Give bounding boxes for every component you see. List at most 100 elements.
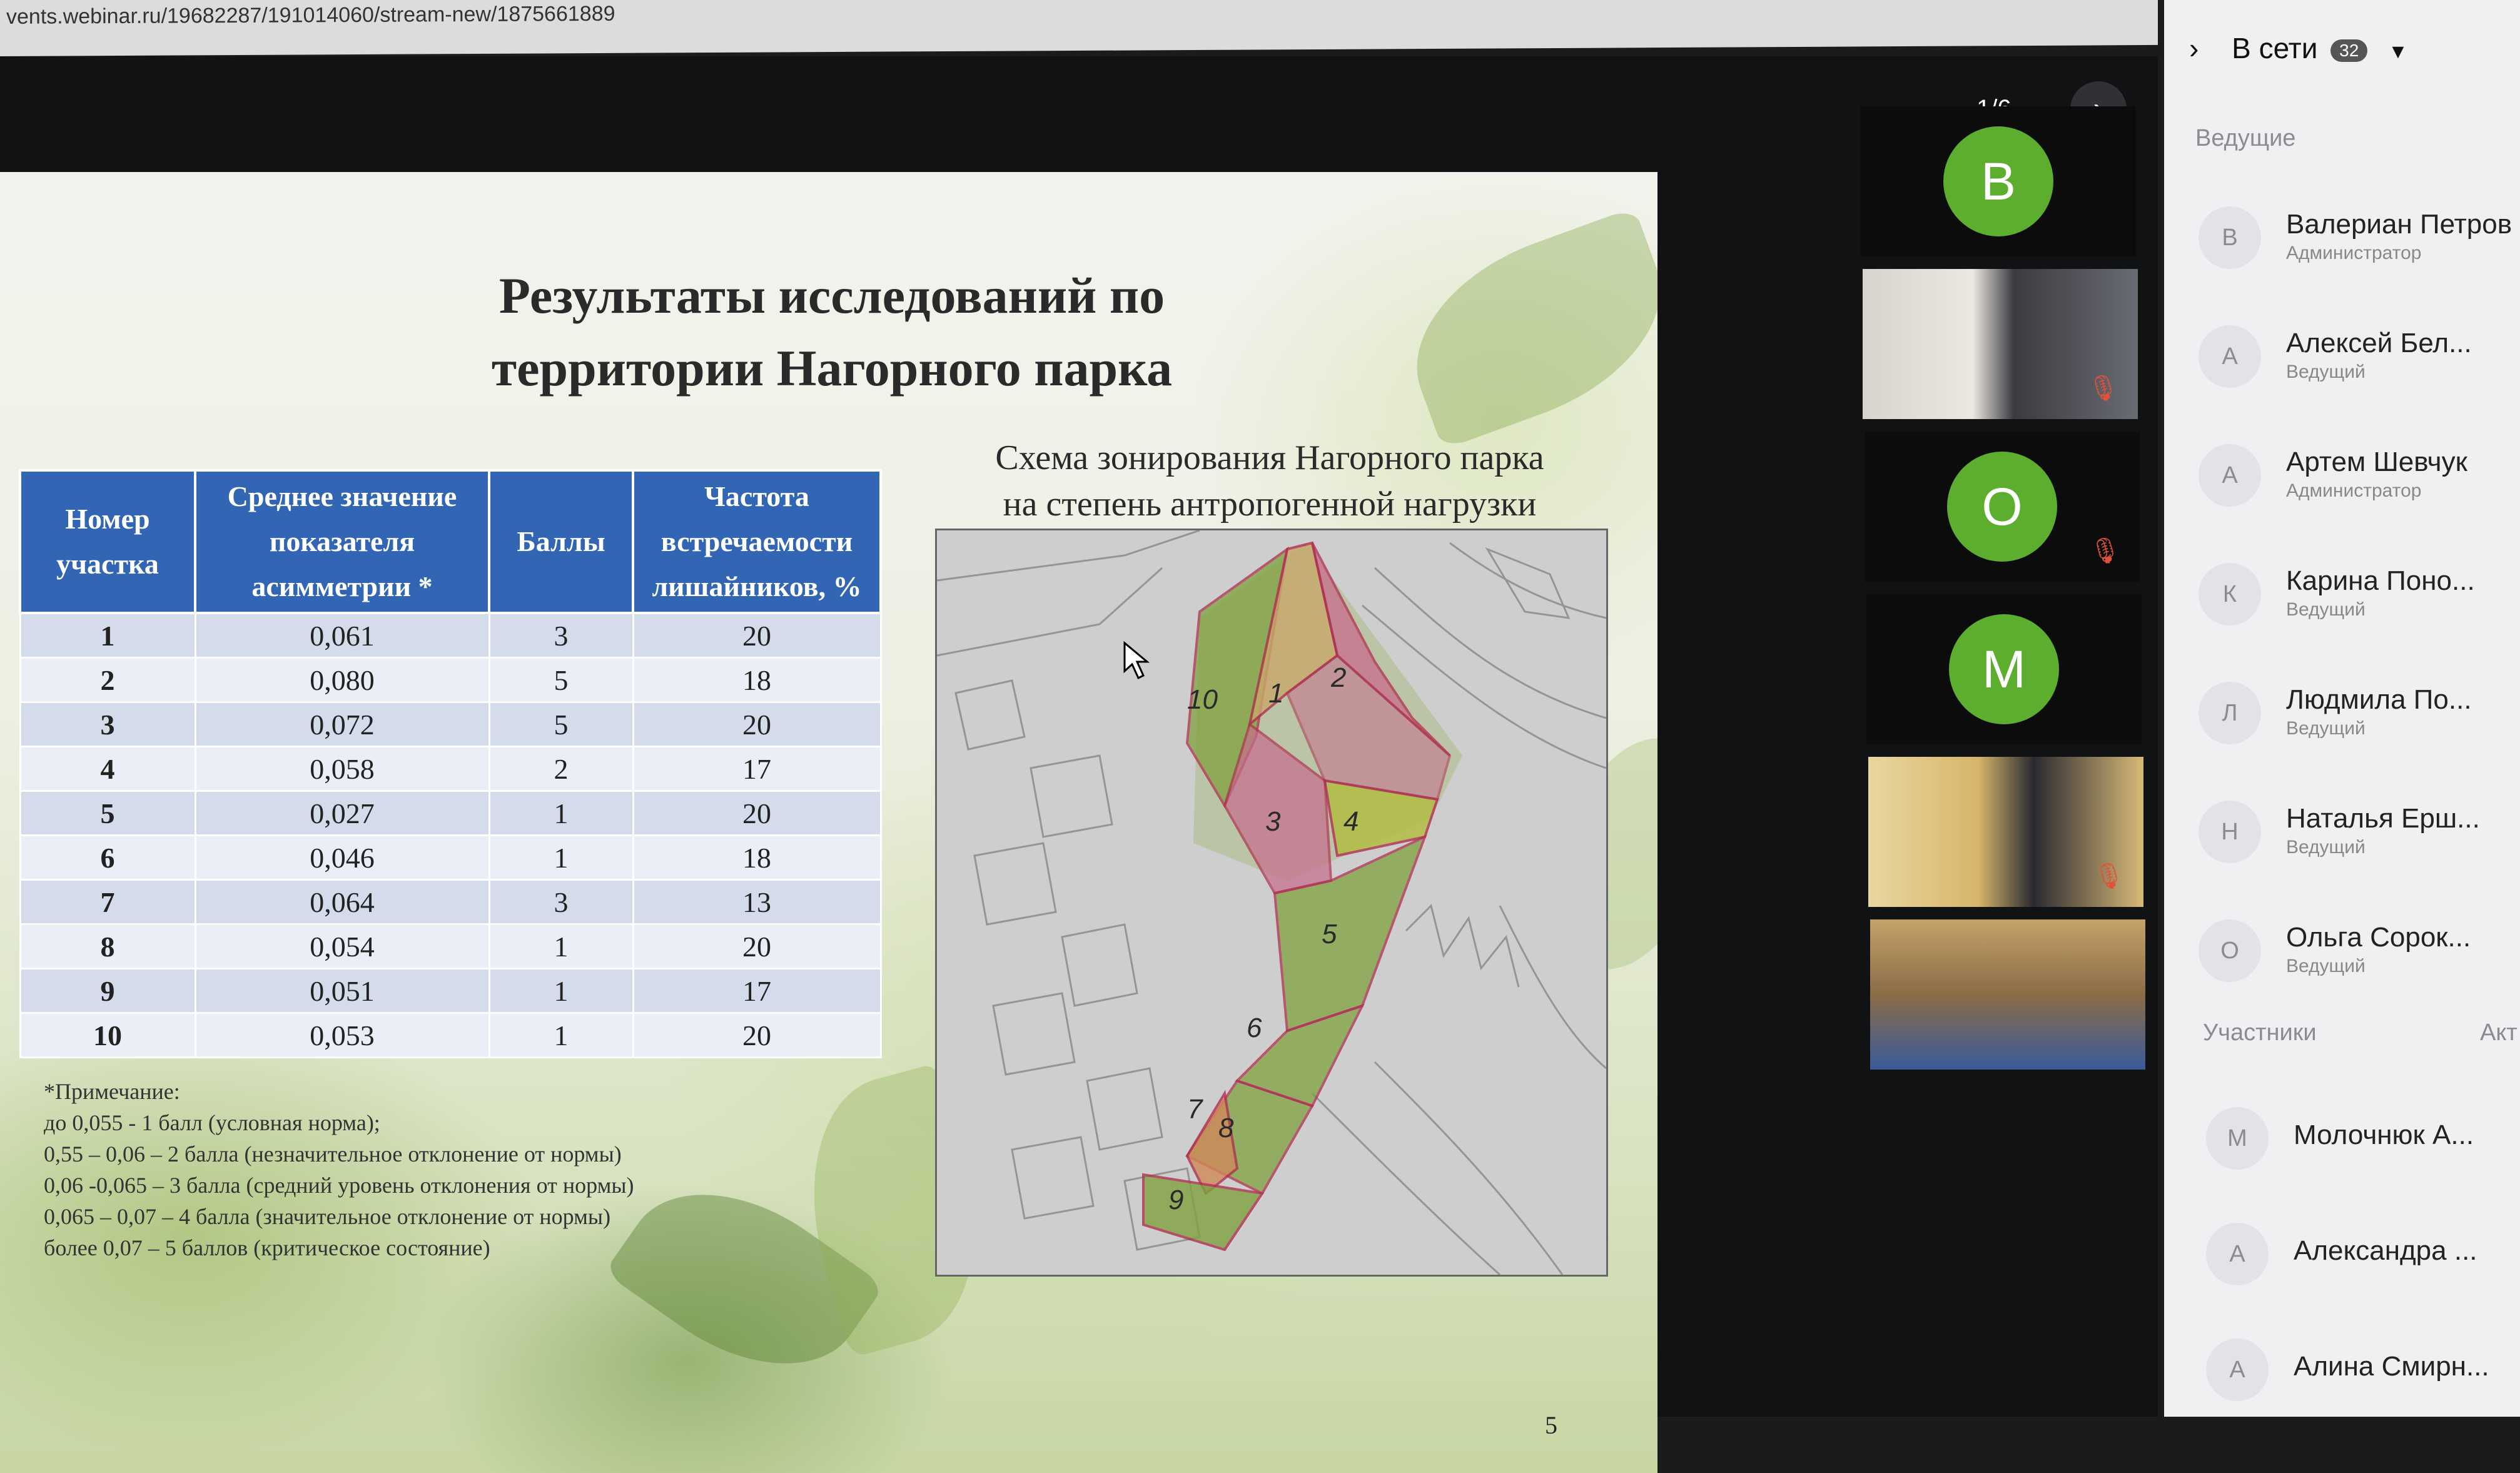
table-cell: 1 <box>488 1012 634 1058</box>
table-cell: 0,027 <box>194 790 490 836</box>
chevron-right-icon[interactable]: › <box>2189 32 2199 64</box>
mic-muted-icon: 🎙 <box>2089 537 2121 565</box>
avatar: Н <box>2199 801 2261 863</box>
person-name: Алексей Бел... <box>2286 328 2472 358</box>
person-role: Ведущий <box>2286 362 2366 382</box>
person-name: Ольга Сорок... <box>2286 922 2471 953</box>
person-name: Карина Поно... <box>2286 565 2475 596</box>
footnote-line: 0,55 – 0,06 – 2 балла (незначительное от… <box>44 1141 622 1167</box>
online-label: В сети <box>2232 32 2318 64</box>
participant-video-tile[interactable]: О 🎙 <box>1865 432 2140 582</box>
person-name: Валериан Петров <box>2286 209 2512 240</box>
person-name: Артем Шевчук <box>2286 447 2467 477</box>
table-cell: 1 <box>488 968 634 1014</box>
person-name: Людмила По... <box>2286 684 2472 715</box>
map-caption-line: на степень антропогенной нагрузки <box>1003 485 1537 524</box>
table-cell: 18 <box>632 834 882 881</box>
table-cell: 2 <box>488 746 634 792</box>
zoning-map-image: 10 1 2 3 4 5 6 7 8 9 <box>937 530 1606 1275</box>
participant-video-tile[interactable]: 🎙 <box>1863 269 2138 419</box>
participant-video-tile[interactable]: 🎙 <box>1868 757 2143 907</box>
table-cell: 6 <box>19 834 196 881</box>
person-role: Ведущий <box>2286 718 2366 739</box>
person-role: Администратор <box>2286 480 2422 501</box>
participant-list-item[interactable]: М Молочнюк А... <box>2206 1101 2520 1176</box>
table-cell: 4 <box>19 746 196 792</box>
avatar: О <box>1947 452 2057 562</box>
caret-down-icon[interactable]: ▼ <box>2388 40 2408 63</box>
participant-video-tile[interactable]: В <box>1861 106 2136 256</box>
person-name: Молочнюк А... <box>2294 1120 2474 1150</box>
person-role: Администратор <box>2286 243 2422 263</box>
person-name: Наталья Ерш... <box>2286 803 2480 834</box>
table-header-cell: Баллы <box>488 469 634 614</box>
map-zone-label: 7 <box>1187 1094 1203 1125</box>
participants-section-title: Участники <box>2203 1020 2317 1046</box>
table-row: 1 0,061 3 20 <box>19 612 882 659</box>
host-list-item[interactable]: К Карина Поно... Ведущий <box>2199 557 2520 632</box>
table-row: 5 0,027 1 20 <box>19 790 882 836</box>
table-cell: 0,061 <box>194 612 490 659</box>
table-row: 6 0,046 1 18 <box>19 834 882 881</box>
table-cell: 20 <box>632 790 882 836</box>
table-cell: 10 <box>19 1012 196 1058</box>
slide: Результаты исследований по территории На… <box>0 172 1657 1473</box>
map-zone-label: 1 <box>1268 678 1283 709</box>
table-cell: 20 <box>632 612 882 659</box>
results-table: Номер участка Среднее значение показател… <box>19 469 882 1058</box>
host-list-item[interactable]: А Артем Шевчук Администратор <box>2199 438 2520 513</box>
mic-muted-icon: 🎙 <box>2093 863 2125 890</box>
table-cell: 1 <box>488 834 634 881</box>
address-bar[interactable]: vents.webinar.ru/19682287/191014060/stre… <box>0 0 2158 56</box>
avatar: М <box>1949 614 2059 724</box>
leaf-decoration <box>1387 207 1657 450</box>
participant-list-item[interactable]: А Александра ... <box>2206 1217 2520 1292</box>
table-cell: 1 <box>488 923 634 969</box>
table-cell: 9 <box>19 968 196 1014</box>
table-cell: 0,080 <box>194 657 490 703</box>
table-cell: 5 <box>19 790 196 836</box>
online-header[interactable]: › В сети 32 ▼ <box>2189 31 2408 65</box>
footnote-line: 0,06 -0,065 – 3 балла (средний уровень о… <box>44 1173 634 1198</box>
host-list-item[interactable]: Н Наталья Ерш... Ведущий <box>2199 794 2520 869</box>
host-list-item[interactable]: В Валериан Петров Администратор <box>2199 200 2520 275</box>
url-text: vents.webinar.ru/19682287/191014060/stre… <box>6 1 615 29</box>
participants-panel: › В сети 32 ▼ Ведущие В Валериан Петров Ад… <box>2164 0 2520 1417</box>
host-list-item[interactable]: А Алексей Бел... Ведущий <box>2199 319 2520 394</box>
host-list-item[interactable]: О Ольга Сорок... Ведущий <box>2199 913 2520 988</box>
presentation-stage: Результаты исследований по территории На… <box>0 56 2158 1473</box>
map-zone-label: 6 <box>1247 1013 1262 1043</box>
table-cell: 0,051 <box>194 968 490 1014</box>
zoning-map: 10 1 2 3 4 5 6 7 8 9 <box>935 529 1608 1277</box>
host-list-item[interactable]: Л Людмила По... Ведущий <box>2199 676 2520 751</box>
map-zone-label: 4 <box>1343 806 1359 837</box>
map-zone-label: 3 <box>1265 806 1281 837</box>
person-name: Александра ... <box>2294 1235 2477 1266</box>
table-cell: 3 <box>488 612 634 659</box>
camera-feed <box>1870 919 2145 1070</box>
avatar: А <box>2206 1339 2269 1401</box>
table-cell: 17 <box>632 968 882 1014</box>
slide-title-line: территории Нагорного парка <box>491 340 1173 397</box>
table-cell: 1 <box>488 790 634 836</box>
table-row: 9 0,051 1 17 <box>19 968 882 1014</box>
table-cell: 5 <box>488 657 634 703</box>
participant-list-item[interactable]: А Алина Смирн... <box>2206 1332 2520 1407</box>
table-cell: 20 <box>632 923 882 969</box>
map-zone-label: 9 <box>1168 1185 1183 1215</box>
tab-active[interactable]: Акт <box>2480 1020 2517 1046</box>
table-cell: 0,054 <box>194 923 490 969</box>
avatar: К <box>2199 563 2261 625</box>
table-cell: 2 <box>19 657 196 703</box>
table-cell: 0,064 <box>194 879 490 925</box>
table-cell: 20 <box>632 701 882 747</box>
avatar: А <box>2199 444 2261 507</box>
person-name: Алина Смирн... <box>2294 1351 2489 1382</box>
avatar: Л <box>2199 682 2261 744</box>
table-cell: 3 <box>488 879 634 925</box>
participant-video-tile[interactable]: М <box>1866 594 2142 744</box>
participant-video-tile[interactable] <box>1870 919 2145 1070</box>
table-header-cell: Частота встречаемости лишайников, % <box>632 469 882 614</box>
table-row: 3 0,072 5 20 <box>19 701 882 747</box>
table-header-cell: Номер участка <box>19 469 196 614</box>
